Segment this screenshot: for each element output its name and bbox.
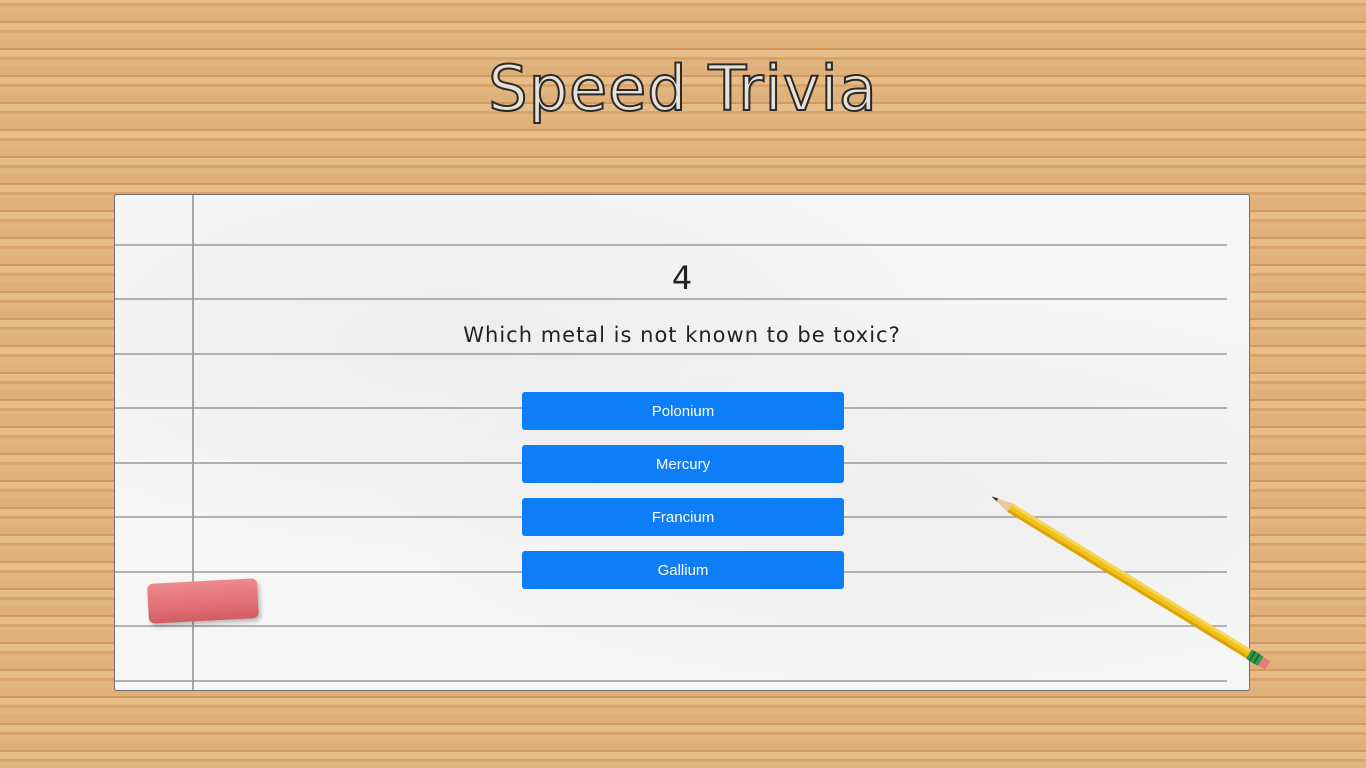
paper-rule <box>115 244 1227 246</box>
answer-list: Polonium Mercury Francium Gallium <box>522 392 844 604</box>
paper-rule <box>115 298 1227 300</box>
pencil-icon <box>992 496 1270 670</box>
answer-button-4[interactable]: Gallium <box>522 551 844 589</box>
answer-button-2[interactable]: Mercury <box>522 445 844 483</box>
app-title: Speed Trivia <box>487 51 878 126</box>
paper-rule <box>115 353 1227 355</box>
answer-button-1[interactable]: Polonium <box>522 392 844 430</box>
answer-button-3[interactable]: Francium <box>522 498 844 536</box>
eraser-icon <box>147 578 259 624</box>
paper-rule <box>115 680 1227 682</box>
countdown-timer: 4 <box>671 259 693 297</box>
question-text: Which metal is not known to be toxic? <box>463 323 901 347</box>
